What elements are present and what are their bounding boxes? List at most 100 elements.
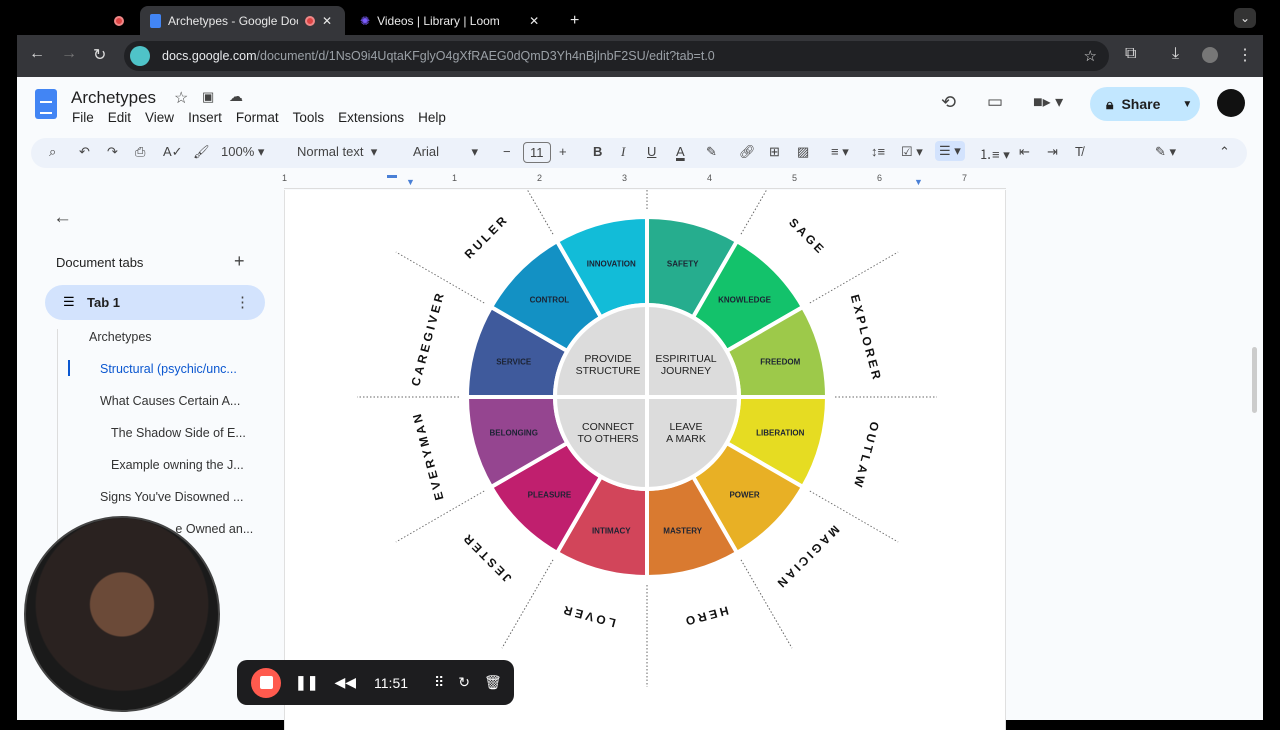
ruler-label: 1	[282, 173, 288, 183]
bookmark-star-icon[interactable]: ☆	[1084, 47, 1097, 65]
archetype-wheel: SAFETY KNOWLEDGE FREEDOM LIBERATION POWER MAS…	[357, 190, 937, 687]
link-icon[interactable]: 🔗︎	[739, 144, 756, 160]
tab-1-label: Tab 1	[87, 295, 120, 310]
segment-label: POWER	[729, 491, 759, 500]
style-value: Normal text	[297, 144, 364, 159]
menu-view[interactable]: View	[145, 110, 174, 125]
hide-menus-icon[interactable]: ⌃	[1219, 144, 1230, 160]
comments-icon[interactable]: ▭	[987, 92, 1003, 112]
menu-tools[interactable]: Tools	[293, 110, 325, 125]
editing-mode-icon[interactable]: ✎ ▾	[1155, 144, 1176, 160]
outline-item[interactable]: The Shadow Side of E...	[111, 426, 246, 440]
chevron-down-icon[interactable]: ▼	[1182, 99, 1192, 110]
underline-button[interactable]: U	[647, 144, 656, 159]
style-select[interactable]: Normal text ▾	[297, 144, 377, 160]
italic-button[interactable]: I	[621, 144, 625, 160]
right-indent-marker[interactable]: ▼	[914, 177, 923, 187]
font-size-input[interactable]: 11	[523, 142, 551, 163]
bold-button[interactable]: B	[593, 144, 602, 159]
menu-edit[interactable]: Edit	[108, 110, 131, 125]
profile-avatar[interactable]	[1202, 47, 1218, 63]
spellcheck-icon[interactable]: A✓	[163, 144, 183, 160]
decrease-font-button[interactable]: −	[503, 144, 511, 159]
print-icon[interactable]: ⎙	[135, 144, 145, 160]
align-icon[interactable]: ≡ ▾	[831, 144, 849, 160]
share-button[interactable]: 🔒︎ Share ▼	[1090, 87, 1200, 121]
left-indent-marker[interactable]: ▼	[406, 177, 415, 187]
url-input[interactable]: docs.google.com/document/d/1NsO9i4UqtaKF…	[124, 41, 1109, 71]
archetype-label: EVERYMAN	[409, 410, 446, 502]
drawing-tool-icon[interactable]: ⠿	[434, 674, 444, 691]
extensions-icon[interactable]: ⧉	[1125, 45, 1136, 63]
account-avatar[interactable]	[1217, 89, 1245, 117]
download-icon[interactable]: ⤓	[1172, 45, 1179, 63]
tab-1-item[interactable]: ☰ Tab 1 ⋮	[45, 285, 265, 320]
image-icon[interactable]: ▨	[797, 144, 809, 160]
menu-file[interactable]: File	[72, 110, 94, 125]
tab-loom[interactable]: ✺ Videos | Library | Loom ✕	[350, 6, 550, 35]
close-tab-icon[interactable]: ✕	[529, 14, 539, 28]
menu-help[interactable]: Help	[418, 110, 446, 125]
restart-icon[interactable]: ↻	[458, 674, 470, 691]
outline-item[interactable]: Archetypes	[89, 330, 152, 344]
clear-formatting-icon[interactable]: T̸	[1075, 144, 1083, 159]
highlight-icon[interactable]: ✎	[706, 144, 717, 160]
checklist-icon[interactable]: ☑ ▾	[901, 144, 923, 160]
redo-icon[interactable]: ↷	[107, 144, 118, 160]
menu-extensions[interactable]: Extensions	[338, 110, 404, 125]
search-menus-icon[interactable]: ⌕	[49, 144, 56, 160]
docs-logo[interactable]	[35, 89, 57, 119]
menu-format[interactable]: Format	[236, 110, 279, 125]
add-tab-icon[interactable]: +	[234, 251, 245, 272]
webcam-bubble[interactable]	[24, 516, 220, 712]
browser-menu-icon[interactable]: ⋮	[1237, 45, 1253, 65]
browser-tab-bar: Archetypes - Google Docs ✕ ✺ Videos | Li…	[0, 0, 1280, 35]
stop-recording-button[interactable]	[251, 667, 281, 698]
numbered-list-icon[interactable]: ⒈≡ ▾	[979, 144, 1010, 163]
tab-options-icon[interactable]: ⋮	[235, 293, 250, 311]
outline-item-active[interactable]: Structural (psychic/unc...	[100, 362, 237, 376]
font-select[interactable]: Arial ▾	[413, 144, 478, 160]
comment-add-icon[interactable]: ⊞	[769, 144, 780, 160]
archetype-label: CAREGIVER	[408, 289, 447, 388]
core-label: LEAVE A MARK	[666, 421, 706, 445]
recording-indicator	[104, 6, 134, 35]
pause-button[interactable]: ❚❚	[295, 674, 318, 691]
loom-recording-controls: ❚❚ ◀◀ 11:51 ⠿ ↻ 🗑︎	[237, 660, 514, 705]
line-spacing-icon[interactable]: ↕≡	[871, 144, 885, 159]
close-tab-icon[interactable]: ✕	[322, 14, 332, 28]
tab-archetypes[interactable]: Archetypes - Google Docs ✕	[140, 6, 345, 35]
back-arrow-icon[interactable]: ←	[53, 207, 72, 229]
current-heading-marker	[68, 360, 70, 376]
text-color-button[interactable]: A	[676, 144, 685, 159]
divider-dotted-line	[740, 190, 768, 235]
document-page[interactable]: SAFETY KNOWLEDGE FREEDOM LIBERATION POWER MAS…	[284, 190, 1006, 730]
forward-icon[interactable]: →	[61, 45, 77, 63]
rewind-button[interactable]: ◀◀	[334, 674, 356, 691]
delete-icon[interactable]: 🗑︎	[484, 674, 502, 691]
increase-font-button[interactable]: +	[559, 144, 567, 159]
paint-format-icon[interactable]: 🖌︎	[193, 144, 210, 160]
site-icon	[130, 46, 150, 66]
back-icon[interactable]: ←	[29, 45, 45, 63]
scrollbar-thumb[interactable]	[1252, 347, 1257, 413]
document-title[interactable]: Archetypes	[71, 88, 156, 108]
first-line-indent-marker[interactable]	[387, 175, 397, 178]
outline-item[interactable]: Signs You've Disowned ...	[100, 490, 243, 504]
move-folder-icon[interactable]: ▣	[202, 89, 214, 105]
version-history-icon[interactable]: ⟲	[941, 92, 956, 113]
ruler: ▼ ▼ 1 1 2 3 4 5 6 7	[282, 173, 1006, 189]
bulleted-list-icon[interactable]: ☰ ▾	[935, 141, 965, 161]
meet-icon[interactable]: ■▸ ▾	[1033, 92, 1063, 112]
outline-item[interactable]: Example owning the J...	[111, 458, 244, 472]
undo-icon[interactable]: ↶	[79, 144, 90, 160]
menu-insert[interactable]: Insert	[188, 110, 222, 125]
star-icon[interactable]: ☆	[174, 88, 188, 108]
decrease-indent-icon[interactable]: ⇤	[1019, 144, 1030, 160]
new-tab-button[interactable]: +	[560, 6, 589, 35]
zoom-select[interactable]: 100% ▾	[221, 144, 264, 160]
reload-icon[interactable]: ↻	[93, 45, 106, 65]
outline-item[interactable]: What Causes Certain A...	[100, 394, 240, 408]
increase-indent-icon[interactable]: ⇥	[1047, 144, 1058, 160]
tab-search-button[interactable]: ⌄	[1234, 8, 1257, 28]
